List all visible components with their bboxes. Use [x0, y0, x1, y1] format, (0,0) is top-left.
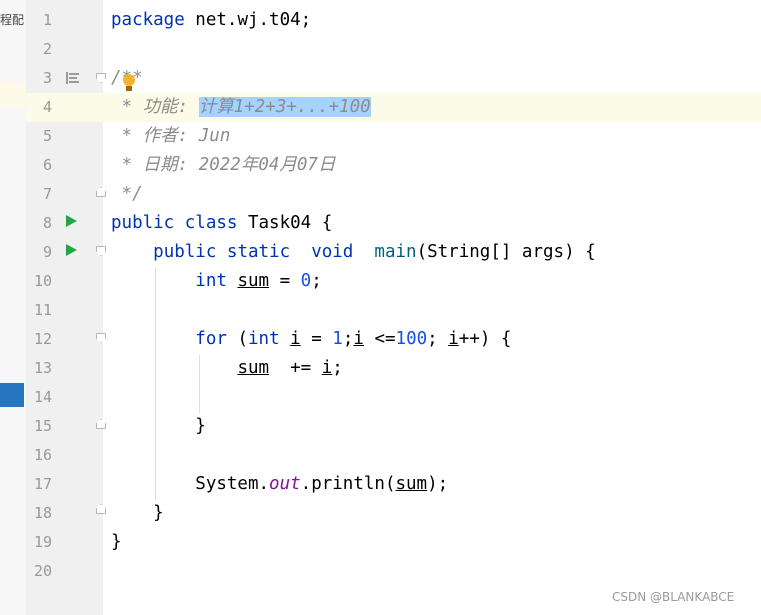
run-main-icon[interactable] [66, 244, 77, 256]
line-number[interactable]: 1 [26, 6, 52, 35]
code-token: = [269, 271, 301, 291]
code-token: i [321, 358, 333, 378]
code-token: ; [332, 358, 343, 378]
code-token: net.wj.t04; [184, 10, 312, 30]
indent-guide [155, 268, 156, 500]
code-token: 100 [395, 329, 428, 349]
lightbulb-icon[interactable] [123, 74, 135, 92]
line-number[interactable]: 16 [26, 441, 52, 470]
code-token: (String[] args) { [416, 242, 596, 262]
code-token: sum [237, 358, 270, 378]
code-token: int [195, 271, 227, 291]
code-token: i [448, 329, 459, 349]
code-token: Task04 { [237, 213, 333, 233]
project-tool-strip: 程配 [0, 0, 27, 615]
code-line[interactable]: for (int i = 1;i <=100; i++) { [111, 325, 511, 354]
code-token: i [290, 329, 301, 349]
code-token: ++) { [458, 329, 512, 349]
code-token: ; [311, 271, 322, 291]
line-number[interactable]: 10 [26, 267, 52, 296]
line-number[interactable]: 8 [26, 209, 52, 238]
code-token: 计算1+2+3+...+100 [198, 97, 371, 117]
line-number[interactable]: 15 [26, 412, 52, 441]
code-token: ; [427, 329, 449, 349]
line-number[interactable]: 14 [26, 383, 52, 412]
code-token: } [111, 503, 164, 523]
line-number[interactable]: 3 [26, 64, 52, 93]
code-line[interactable]: public class Task04 { [111, 209, 332, 238]
line-number[interactable]: 2 [26, 35, 52, 64]
line-number[interactable]: 17 [26, 470, 52, 499]
line-number[interactable]: 9 [26, 238, 52, 267]
code-token: for [195, 329, 227, 349]
code-token: ( [226, 329, 248, 349]
line-number[interactable]: 7 [26, 180, 52, 209]
line-number[interactable]: 18 [26, 499, 52, 528]
current-line-strip-highlight [0, 83, 26, 107]
rendered-doc-icon[interactable] [66, 72, 81, 86]
code-line[interactable]: * 作者: Jun [111, 122, 231, 151]
code-token: System. [111, 474, 270, 494]
project-tool-label: 程配 [0, 13, 25, 27]
line-number[interactable]: 19 [26, 528, 52, 557]
code-token: public class [111, 213, 238, 233]
code-token: out [269, 474, 301, 494]
code-token: sum [395, 474, 428, 494]
code-token: * 作者: Jun [111, 126, 231, 146]
code-token: * 日期: 2022年04月07日 [111, 155, 336, 175]
line-number[interactable]: 5 [26, 122, 52, 151]
code-token: ; [342, 329, 354, 349]
code-token: ); [427, 474, 449, 494]
code-line[interactable]: System.out.println(sum); [111, 470, 448, 499]
code-token: = [300, 329, 333, 349]
code-line[interactable]: public static void main(String[] args) { [111, 238, 596, 267]
watermark: CSDN @BLANKABCE [612, 590, 735, 604]
code-token: i [353, 329, 364, 349]
code-line[interactable]: int sum = 0; [111, 267, 322, 296]
line-number[interactable]: 11 [26, 296, 52, 325]
run-class-icon[interactable] [66, 215, 77, 227]
code-token: * 功能: [111, 97, 199, 117]
code-token: sum [237, 271, 270, 291]
code-line[interactable]: * 日期: 2022年04月07日 [111, 151, 336, 180]
code-token: main [374, 242, 417, 262]
line-number[interactable]: 4 [26, 93, 52, 122]
code-token: 1 [332, 329, 343, 349]
line-number[interactable]: 12 [26, 325, 52, 354]
code-token: } [111, 416, 206, 436]
code-token: int [247, 329, 280, 349]
code-token: .println( [300, 474, 396, 494]
selected-tree-item[interactable] [0, 383, 24, 407]
code-token: */ [111, 184, 143, 204]
code-line[interactable]: package net.wj.t04; [111, 6, 311, 35]
line-number[interactable]: 20 [26, 557, 52, 586]
code-line[interactable]: sum += i; [111, 354, 343, 383]
line-number[interactable]: 6 [26, 151, 52, 180]
code-line[interactable]: */ [111, 180, 143, 209]
code-line[interactable]: * 功能: 计算1+2+3+...+100 [111, 93, 371, 122]
line-number[interactable]: 13 [26, 354, 52, 383]
code-token: package [111, 10, 185, 30]
code-line[interactable]: } [111, 499, 164, 528]
code-token: public static void [153, 242, 354, 262]
code-token: } [111, 532, 122, 552]
code-token: += [269, 358, 322, 378]
code-token: 0 [300, 271, 312, 291]
code-line[interactable]: } [111, 412, 206, 441]
code-token: <= [363, 329, 396, 349]
code-line[interactable]: } [111, 528, 122, 557]
